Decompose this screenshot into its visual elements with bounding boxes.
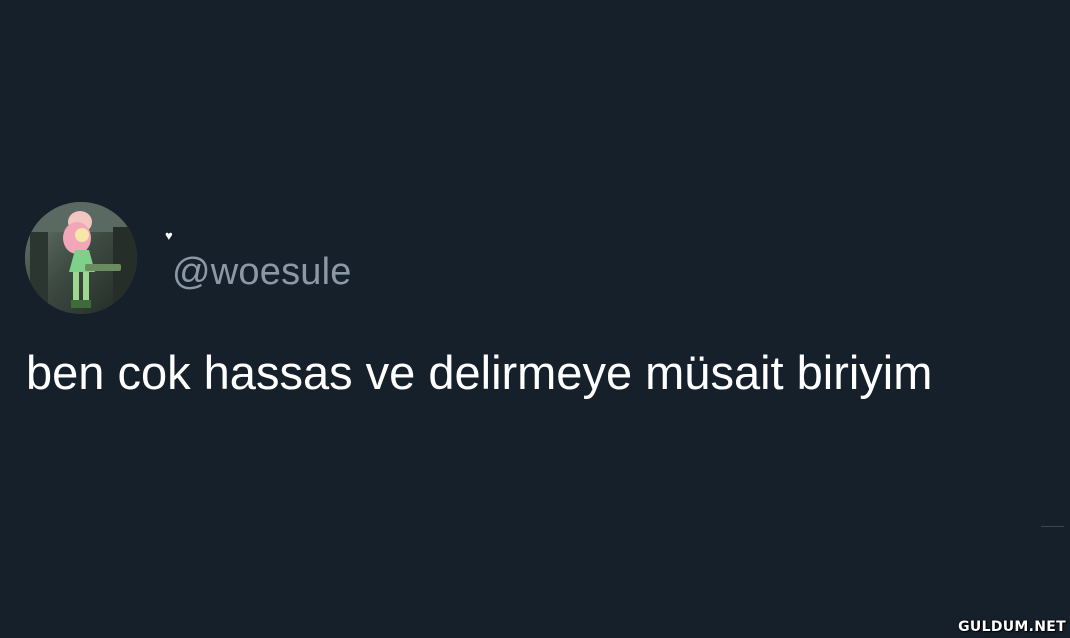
user-handle[interactable]: @woesule: [172, 250, 352, 294]
divider: [1041, 526, 1064, 527]
tweet-text: ben cok hassas ve delirmeye müsait biriy…: [26, 346, 933, 399]
avatar[interactable]: [25, 202, 137, 314]
avatar-image: [25, 202, 137, 314]
watermark-logo: GULDUM.NET: [958, 619, 1066, 635]
tweet-card: ♥ @woesule ben cok hassas ve delirmeye m…: [0, 0, 1070, 638]
display-name[interactable]: ♥: [165, 228, 173, 244]
